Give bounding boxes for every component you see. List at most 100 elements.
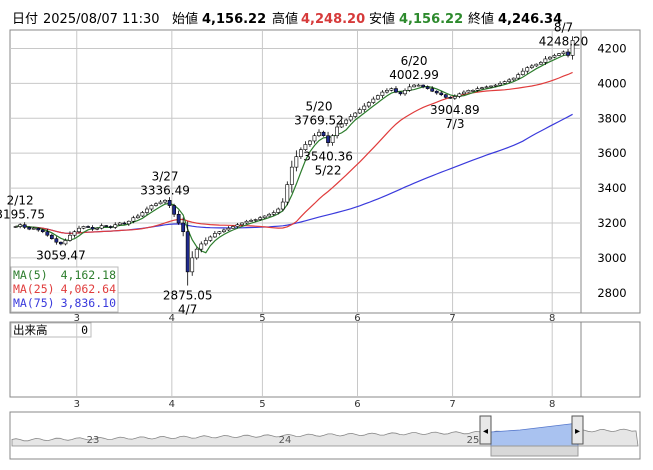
- annotation-date: 4/7: [178, 303, 197, 317]
- legend-ma5-value: 4,162.18: [61, 268, 116, 282]
- candle-body: [457, 93, 462, 97]
- candle-body: [167, 199, 172, 206]
- candle-body: [95, 227, 100, 230]
- candle-body: [68, 234, 72, 241]
- ma-legend: MA(5) 4,162.18 MA(25) 4,062.64 MA(75) 3,…: [10, 266, 119, 313]
- candle-body: [498, 83, 503, 86]
- date-value: 2025/08/07 11:30: [43, 12, 160, 27]
- annotation-value: 2875.05: [163, 289, 213, 303]
- candle-body: [385, 90, 389, 93]
- legend-ma25-value: 4,062.64: [61, 282, 116, 296]
- candle-body: [462, 91, 466, 95]
- candle-body: [507, 79, 512, 82]
- legend-ma25-label: MA(25): [13, 282, 55, 296]
- candle-body: [45, 231, 50, 236]
- y-tick-label: 3000: [597, 251, 626, 265]
- date-label: 日付: [12, 12, 38, 27]
- candle-body: [439, 92, 444, 96]
- annotation-date: 7/3: [445, 117, 464, 131]
- candle-body: [18, 224, 23, 227]
- candle-body: [543, 58, 548, 63]
- annotation-date: 5/20: [306, 99, 333, 113]
- legend-ma5-label: MA(5): [13, 268, 48, 282]
- candle-body: [13, 226, 18, 228]
- candle-body: [22, 224, 27, 228]
- candle-body: [276, 208, 281, 213]
- candle-body: [267, 213, 272, 217]
- candle-body: [357, 109, 362, 114]
- candle-body: [471, 90, 475, 92]
- candle-body: [244, 220, 249, 224]
- candle-body: [90, 227, 95, 230]
- candle-body: [208, 236, 213, 241]
- candle-body: [466, 90, 471, 93]
- nav-scroll-thumb[interactable]: [490, 445, 579, 457]
- legend-ma75-value: 3,836.10: [61, 296, 116, 310]
- candle-body: [140, 212, 145, 217]
- candle-body: [557, 53, 561, 56]
- navigator-right-handle[interactable]: ▸: [571, 415, 584, 445]
- candle-body: [240, 222, 244, 226]
- candle-body: [520, 70, 525, 75]
- chevron-left-icon: ◂: [483, 426, 488, 437]
- volume-x-tick-label: 4: [169, 399, 175, 410]
- candle-body: [566, 51, 570, 56]
- candle-body: [126, 220, 131, 225]
- candle-body: [452, 96, 457, 99]
- candle-body: [154, 203, 158, 206]
- navigator-left-handle[interactable]: ◂: [479, 415, 492, 445]
- candle-body: [253, 219, 258, 221]
- candle-body: [548, 56, 552, 60]
- candle-body: [185, 231, 190, 273]
- close-value: 4,246.34: [498, 12, 562, 27]
- volume-x-tick-label: 6: [354, 399, 360, 410]
- candle-body: [145, 208, 149, 213]
- annotation-date: 6/20: [401, 54, 428, 68]
- candle-body: [380, 91, 385, 96]
- candle-body: [511, 77, 516, 81]
- volume-panel: [9, 321, 641, 398]
- candle-body: [434, 90, 439, 94]
- candle-body: [149, 205, 154, 210]
- candle-body: [86, 226, 90, 228]
- volume-label: 出来高: [13, 323, 48, 337]
- annotation-date: 8/7: [554, 21, 573, 35]
- candle-body: [299, 149, 303, 157]
- legend-ma75-label: MA(75): [13, 296, 55, 310]
- candle-body: [280, 201, 285, 210]
- candle-body: [480, 87, 484, 90]
- volume-x-tick-label: 5: [259, 399, 265, 410]
- candle-body: [371, 98, 376, 103]
- candle-body: [117, 222, 122, 226]
- candle-body: [326, 135, 330, 144]
- annotation-value: 3336.49: [140, 183, 190, 197]
- annotation-value: 4002.99: [389, 68, 439, 82]
- candle-body: [194, 248, 199, 259]
- candle-body: [176, 213, 181, 224]
- candle-body: [31, 227, 36, 230]
- annotation-value: 3059.47: [36, 248, 86, 262]
- high-value: 4,248.20: [301, 12, 365, 27]
- y-tick-label: 4200: [597, 41, 626, 55]
- candle-body: [289, 166, 294, 185]
- volume-x-tick-label: 7: [449, 399, 455, 410]
- y-tick-label: 2800: [597, 286, 626, 300]
- annotation-date: 2/12: [7, 193, 34, 207]
- open-value: 4,156.22: [202, 12, 266, 27]
- candle-body: [375, 95, 380, 100]
- candle-body: [199, 243, 204, 250]
- candle-body: [135, 215, 140, 219]
- candle-body: [330, 135, 335, 144]
- annotation-value: 3195.75: [0, 207, 45, 221]
- candle-body: [394, 88, 398, 93]
- y-tick-label: 3600: [597, 146, 626, 160]
- nav-label-23: 23: [87, 435, 100, 446]
- candle-body: [104, 225, 109, 227]
- low-value: 4,156.22: [399, 12, 463, 27]
- chart-canvas: 日付 2025/08/07 11:30 始値 4,156.22 高値 4,248…: [0, 11, 641, 460]
- annotation-value: 3904.89: [430, 103, 480, 117]
- candle-body: [113, 224, 118, 228]
- candle-body: [181, 222, 186, 233]
- candle-body: [430, 88, 435, 92]
- candle-body: [448, 97, 453, 99]
